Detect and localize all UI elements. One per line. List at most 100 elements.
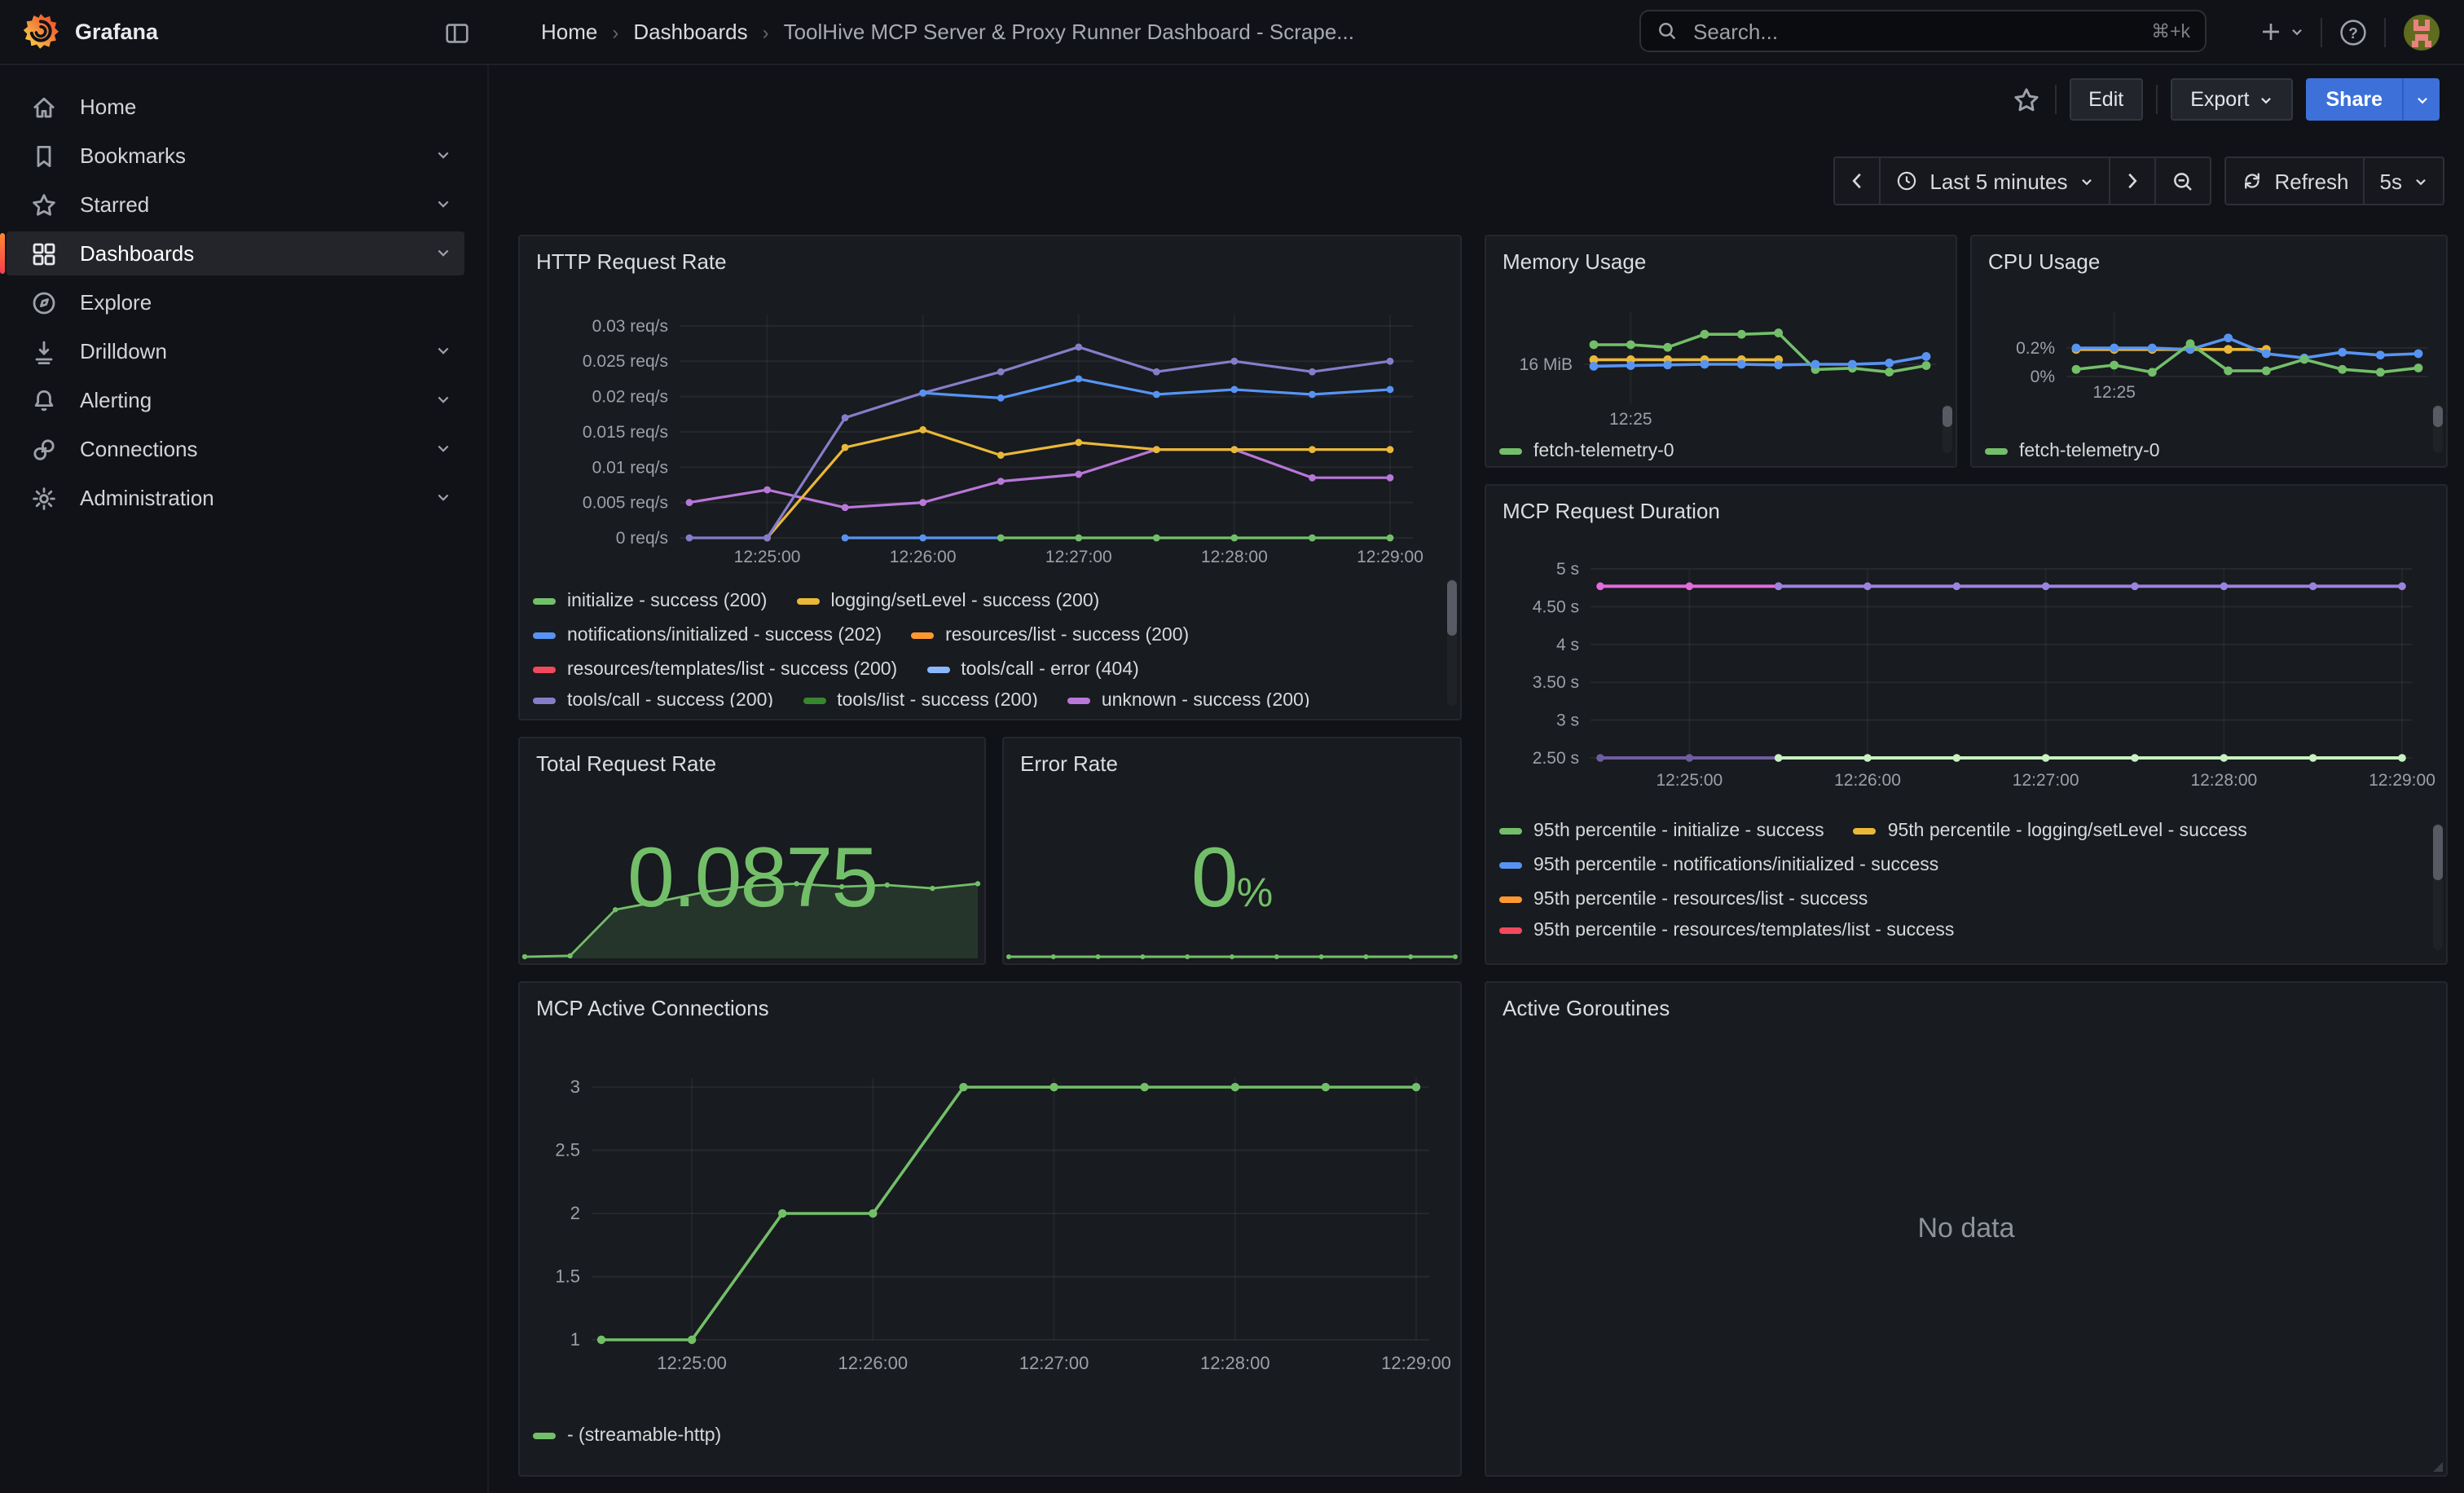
refresh-icon: [2240, 170, 2263, 192]
svg-text:0.015 req/s: 0.015 req/s: [583, 423, 668, 442]
chevron-down-icon[interactable]: [435, 339, 451, 363]
legend-item[interactable]: 95th percentile - notifications/initiali…: [1499, 854, 1938, 877]
panel-title[interactable]: CPU Usage: [1988, 249, 2433, 275]
legend-item[interactable]: 95th percentile - resources/templates/li…: [1499, 923, 1954, 937]
legend-item[interactable]: 95th percentile - initialize - success: [1499, 820, 1824, 843]
legend-label: 95th percentile - notifications/initiali…: [1533, 854, 1938, 877]
sidebar-item-drilldown[interactable]: Drilldown: [7, 329, 464, 373]
legend-scrollbar[interactable]: [2433, 404, 2443, 453]
panel-title[interactable]: HTTP Request Rate: [536, 249, 1447, 275]
svg-text:0.01 req/s: 0.01 req/s: [592, 458, 668, 477]
chevron-down-icon[interactable]: [435, 192, 451, 217]
memory-usage-chart[interactable]: 16 MiB12:25: [1499, 282, 1946, 429]
sidebar-item-label: Dashboards: [80, 241, 194, 266]
legend-item[interactable]: resources/list - success (200): [911, 624, 1189, 647]
legend-row: fetch-telemetry-0: [1985, 440, 2433, 463]
edit-button[interactable]: Edit: [2069, 78, 2143, 121]
sidebar-item-label: Starred: [80, 192, 149, 217]
refresh-button[interactable]: Refresh: [2224, 156, 2365, 205]
legend-scrollbar[interactable]: [2433, 823, 2443, 950]
legend-item[interactable]: resources/templates/list - success (200): [533, 658, 897, 681]
export-button[interactable]: Export: [2171, 78, 2293, 121]
breadcrumb-home[interactable]: Home: [541, 20, 597, 44]
favorite-star-button[interactable]: [2010, 84, 2041, 115]
time-shift-forward-button[interactable]: [2110, 156, 2155, 205]
breadcrumb-separator: ›: [748, 20, 784, 43]
divider: [2054, 85, 2056, 114]
legend-row: - (streamable-http): [533, 1425, 1447, 1447]
panel-title[interactable]: Total Request Rate: [536, 751, 971, 777]
sidebar-item-connections[interactable]: Connections: [7, 427, 464, 471]
sidebar-item-dashboards[interactable]: Dashboards: [7, 231, 464, 275]
share-button[interactable]: Share: [2307, 78, 2403, 121]
sidebar-item-starred[interactable]: Starred: [7, 183, 464, 227]
sidebar-item-home[interactable]: Home: [7, 85, 464, 129]
legend-item[interactable]: tools/call - error (404): [926, 658, 1139, 681]
svg-text:2: 2: [570, 1203, 580, 1223]
search-input[interactable]: [1690, 17, 2140, 45]
svg-text:12:29:00: 12:29:00: [1357, 548, 1423, 566]
time-shift-back-button[interactable]: [1833, 156, 1881, 205]
legend-label: 95th percentile - resources/templates/li…: [1533, 923, 1954, 937]
legend-item[interactable]: unknown - success (200): [1067, 693, 1310, 707]
svg-text:0%: 0%: [2031, 368, 2055, 386]
legend-label: - (streamable-http): [567, 1425, 721, 1447]
sidebar-toggle-icon[interactable]: [437, 13, 476, 52]
legend-scrollbar[interactable]: [1943, 404, 1952, 453]
chevron-down-icon[interactable]: [435, 143, 451, 168]
legend-item[interactable]: tools/call - success (200): [533, 693, 773, 707]
legend: 95th percentile - initialize - success 95…: [1499, 820, 2433, 944]
chevron-down-icon: [2290, 24, 2304, 39]
mcp-active-connections-chart[interactable]: 11.522.5312:25:0012:26:0012:27:0012:28:0…: [533, 1028, 1450, 1403]
legend-scrollbar[interactable]: [1447, 579, 1457, 706]
chevron-down-icon[interactable]: [435, 437, 451, 461]
legend-row: 95th percentile - resources/list - succe…: [1499, 888, 2433, 911]
help-button[interactable]: ?: [2339, 17, 2368, 46]
share-dropdown-button[interactable]: [2402, 78, 2440, 121]
legend-chip: [926, 667, 949, 673]
legend-item[interactable]: - (streamable-http): [533, 1425, 721, 1447]
user-avatar[interactable]: [2402, 12, 2441, 51]
zoom-out-button[interactable]: [2155, 156, 2211, 205]
svg-text:12:25:00: 12:25:00: [734, 548, 801, 566]
legend-item[interactable]: logging/setLevel - success (200): [796, 590, 1099, 613]
svg-text:0.005 req/s: 0.005 req/s: [583, 494, 668, 513]
sidebar-item-alerting[interactable]: Alerting: [7, 378, 464, 422]
star-icon: [29, 190, 59, 219]
sidebar-item-explore[interactable]: Explore: [7, 280, 464, 324]
time-range-picker[interactable]: Last 5 minutes: [1881, 156, 2110, 205]
stat-number: 0: [1191, 831, 1237, 926]
panel-title[interactable]: Error Rate: [1020, 751, 1447, 777]
mcp-request-duration-chart[interactable]: 2.50 s3 s3.50 s4 s4.50 s5 s12:25:0012:26…: [1499, 531, 2436, 802]
divider: [2321, 17, 2322, 46]
sidebar-item-label: Connections: [80, 437, 198, 461]
chevron-down-icon[interactable]: [435, 388, 451, 412]
panel-title[interactable]: MCP Request Duration: [1503, 499, 2433, 525]
legend-item[interactable]: fetch-telemetry-0: [1985, 440, 2160, 463]
panel-title[interactable]: Memory Usage: [1503, 249, 1943, 275]
legend-item[interactable]: fetch-telemetry-0: [1499, 440, 1674, 463]
sidebar-item-bookmarks[interactable]: Bookmarks: [7, 134, 464, 178]
chevron-down-icon[interactable]: [435, 486, 451, 510]
legend-item[interactable]: 95th percentile - logging/setLevel - suc…: [1854, 820, 2247, 843]
dashboards-grid-icon: [29, 239, 59, 268]
svg-text:5 s: 5 s: [1556, 560, 1579, 579]
grafana-logo[interactable]: Grafana: [23, 13, 158, 49]
panel-title[interactable]: MCP Active Connections: [536, 996, 1447, 1022]
legend-item[interactable]: initialize - success (200): [533, 590, 767, 613]
legend-item[interactable]: tools/list - success (200): [803, 693, 1038, 707]
add-new-button[interactable]: [2259, 20, 2304, 44]
legend-chip: [1854, 828, 1877, 835]
legend-item[interactable]: notifications/initialized - success (202…: [533, 624, 882, 647]
legend-item[interactable]: 95th percentile - resources/list - succe…: [1499, 888, 1868, 911]
chevron-down-icon[interactable]: [435, 241, 451, 266]
svg-text:12:26:00: 12:26:00: [838, 1353, 909, 1373]
breadcrumb-dashboards[interactable]: Dashboards: [633, 20, 747, 44]
search-input-wrapper[interactable]: ⌘+k: [1639, 10, 2207, 52]
http-request-rate-chart[interactable]: 0 req/s0.005 req/s0.01 req/s0.015 req/s0…: [533, 282, 1450, 575]
sidebar-item-administration[interactable]: Administration: [7, 476, 464, 520]
cpu-usage-chart[interactable]: 0.2%0%12:25: [1985, 282, 2436, 429]
refresh-interval-picker[interactable]: 5s: [2365, 156, 2444, 205]
legend-chip: [1499, 828, 1522, 835]
panel-resize-handle[interactable]: [2433, 1462, 2443, 1472]
